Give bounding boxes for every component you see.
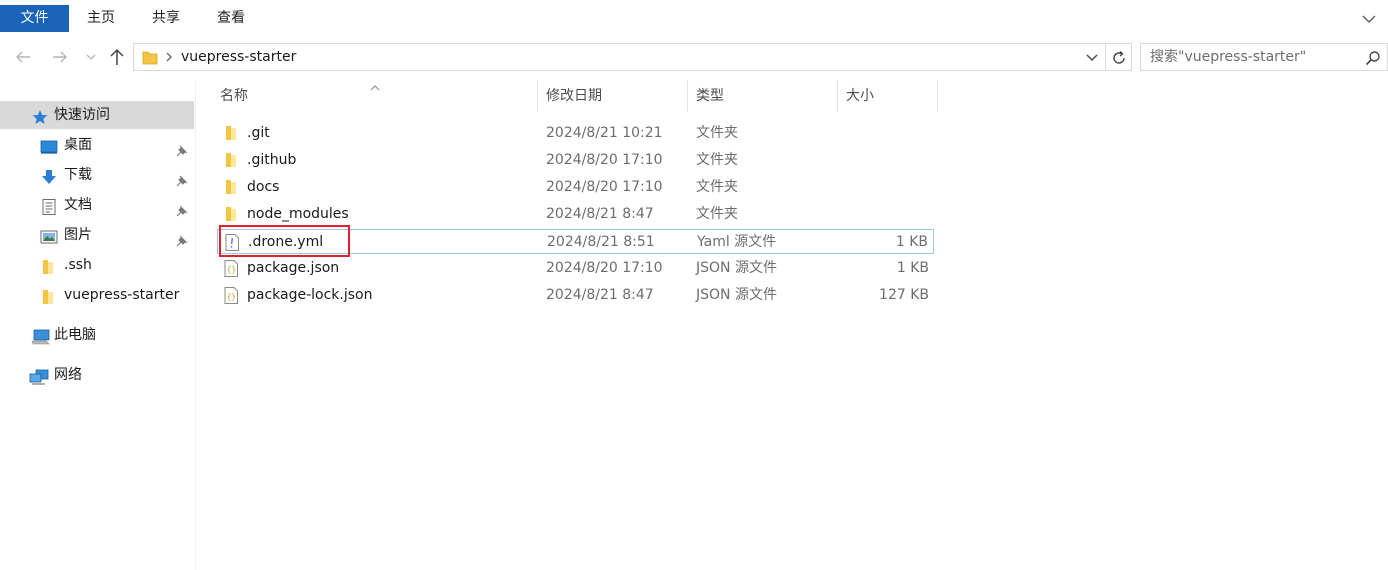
folder-icon (142, 50, 158, 69)
nav-item-ssh[interactable]: .ssh (0, 251, 194, 279)
file-row[interactable]: docs 2024/8/20 17:10 文件夹 (217, 175, 934, 200)
arrow-left-icon (16, 51, 30, 63)
nav-item-vuepress-starter[interactable]: vuepress-starter (0, 281, 194, 309)
nav-item-documents[interactable]: 文档 (0, 191, 194, 219)
file-row[interactable]: {} package-lock.json 2024/8/21 8:47 JSON… (217, 283, 934, 308)
nav-item-label: 此电脑 (54, 327, 96, 343)
refresh-button[interactable] (1106, 43, 1132, 71)
up-button[interactable] (106, 46, 128, 68)
address-bar[interactable]: vuepress-starter (133, 43, 1106, 71)
folder-icon (40, 287, 58, 304)
file-row[interactable]: {} package.json 2024/8/20 17:10 JSON 源文件… (217, 256, 934, 281)
search-input[interactable]: 搜索"vuepress-starter" (1140, 43, 1388, 71)
tab-file[interactable]: 文件 (0, 5, 69, 32)
search-icon[interactable] (1365, 50, 1381, 70)
arrow-right-icon (53, 51, 67, 63)
file-row[interactable]: .github 2024/8/20 17:10 文件夹 (217, 148, 934, 173)
svg-text:{}: {} (227, 292, 237, 301)
search-placeholder: 搜索"vuepress-starter" (1150, 49, 1307, 65)
nav-item-network[interactable]: 网络 (0, 361, 194, 389)
ribbon: 文件 主页 共享 查看 (0, 0, 1388, 38)
file-list: 名称 修改日期 类型 大小 .git 2024/8/21 10:21 文件夹 .… (197, 80, 1388, 570)
tab-view[interactable]: 查看 (201, 5, 261, 32)
file-date: 2024/8/21 8:47 (546, 206, 654, 222)
column-header-date[interactable]: 修改日期 (538, 80, 688, 112)
file-name: .github (247, 152, 297, 168)
file-date: 2024/8/20 17:10 (546, 260, 663, 276)
folder-icon (223, 152, 239, 177)
star-icon (31, 107, 49, 124)
file-type: Yaml 源文件 (697, 234, 777, 250)
arrow-up-icon (110, 48, 124, 65)
nav-item-label: .ssh (64, 257, 92, 273)
file-type: 文件夹 (696, 179, 738, 195)
nav-item-quick-access[interactable]: 快速访问 (0, 101, 194, 129)
folder-icon (223, 125, 239, 150)
nav-item-desktop[interactable]: 桌面 (0, 131, 194, 159)
file-date: 2024/8/20 17:10 (546, 152, 663, 168)
column-header-type[interactable]: 类型 (688, 80, 838, 112)
recent-locations-button[interactable] (84, 46, 98, 68)
column-header-name[interactable]: 名称 (217, 80, 538, 112)
computer-icon (31, 327, 50, 345)
annotation-highlight-box (219, 225, 350, 257)
folder-icon (40, 257, 58, 274)
documents-icon (40, 197, 58, 215)
tab-share[interactable]: 共享 (136, 5, 196, 32)
nav-item-this-pc[interactable]: 此电脑 (0, 321, 194, 349)
file-type: 文件夹 (696, 206, 738, 222)
file-name: docs (247, 179, 280, 195)
chevron-down-icon[interactable] (1362, 12, 1376, 26)
network-icon (29, 367, 49, 385)
file-size: 1 KB (896, 260, 929, 276)
file-name: package.json (247, 260, 340, 276)
nav-item-label: 下载 (64, 167, 92, 183)
download-icon (40, 167, 58, 184)
svg-text:{}: {} (227, 265, 237, 274)
file-size: 1 KB (895, 234, 928, 250)
nav-item-label: 文档 (64, 197, 92, 213)
nav-item-label: 网络 (54, 367, 82, 383)
file-type: 文件夹 (696, 152, 738, 168)
nav-item-label: 图片 (64, 227, 92, 243)
breadcrumb[interactable]: vuepress-starter (181, 44, 296, 70)
nav-item-downloads[interactable]: 下载 (0, 161, 194, 189)
chevron-down-icon (86, 54, 96, 60)
file-name: node_modules (247, 206, 349, 222)
file-date: 2024/8/21 8:51 (547, 234, 655, 250)
file-type: JSON 源文件 (696, 260, 777, 276)
file-name: package-lock.json (247, 287, 373, 303)
tab-home[interactable]: 主页 (71, 5, 131, 32)
file-date: 2024/8/21 8:47 (546, 287, 654, 303)
json-file-icon: {} (223, 287, 239, 313)
desktop-icon (40, 137, 58, 154)
navigation-pane: 快速访问 桌面 下载 文档 图片 .ssh vuepress-starter 此… (0, 80, 196, 570)
pictures-icon (40, 227, 58, 244)
breadcrumb-separator-icon[interactable] (164, 50, 174, 64)
file-date: 2024/8/21 10:21 (546, 125, 663, 141)
nav-item-pictures[interactable]: 图片 (0, 221, 194, 249)
nav-item-label: 桌面 (64, 137, 92, 153)
file-type: 文件夹 (696, 125, 738, 141)
refresh-icon (1113, 50, 1125, 64)
folder-icon (223, 179, 239, 204)
column-header-size[interactable]: 大小 (838, 80, 938, 112)
back-button[interactable] (12, 46, 34, 68)
chevron-down-icon[interactable] (1085, 51, 1099, 69)
nav-item-label: vuepress-starter (64, 287, 180, 303)
file-type: JSON 源文件 (696, 287, 777, 303)
file-date: 2024/8/20 17:10 (546, 179, 663, 195)
forward-button[interactable] (49, 46, 71, 68)
file-name: .git (247, 125, 270, 141)
file-row[interactable]: node_modules 2024/8/21 8:47 文件夹 (217, 202, 934, 227)
file-row[interactable]: .git 2024/8/21 10:21 文件夹 (217, 121, 934, 146)
nav-item-label: 快速访问 (54, 107, 110, 123)
file-size: 127 KB (879, 287, 929, 303)
